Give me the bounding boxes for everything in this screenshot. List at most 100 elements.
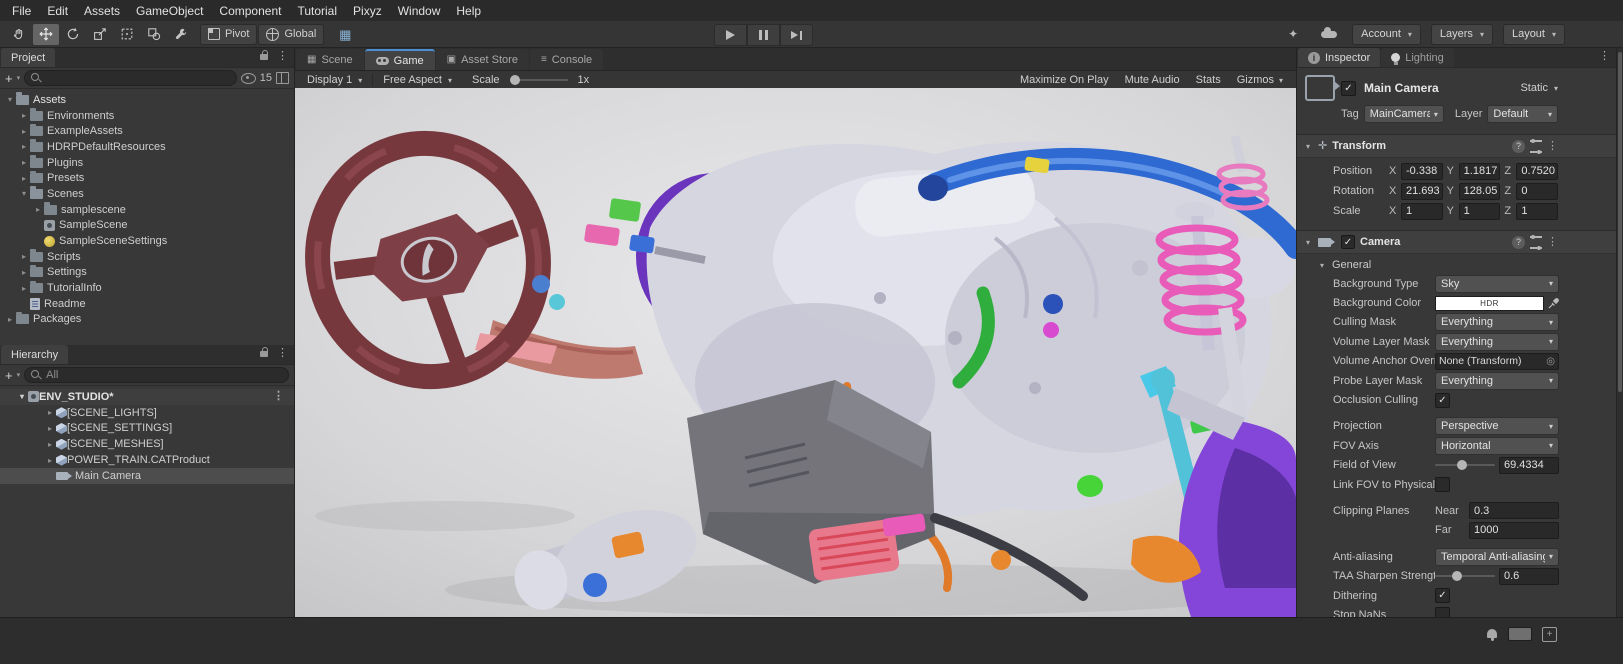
- camera-enabled-checkbox[interactable]: [1341, 235, 1355, 249]
- tab-inspector[interactable]: Inspector: [1298, 48, 1381, 67]
- tree-item-presets[interactable]: ▸ Presets: [0, 170, 294, 186]
- expander-icon[interactable]: ▸: [18, 127, 30, 136]
- foldout-icon[interactable]: ▾: [1303, 238, 1313, 247]
- rotation-x-field[interactable]: 21.693: [1401, 182, 1443, 200]
- maximize-on-play-button[interactable]: Maximize On Play: [1013, 72, 1116, 88]
- fov-value-field[interactable]: 69.4334: [1499, 456, 1559, 474]
- cloud-button[interactable]: [1316, 24, 1342, 45]
- tree-item-samplescene-folder[interactable]: ▸ samplescene: [0, 202, 294, 218]
- static-dropdown[interactable]: Static ▾: [1520, 82, 1558, 94]
- pivot-toggle[interactable]: Pivot: [200, 23, 258, 45]
- project-search-input[interactable]: [24, 70, 237, 86]
- scale-y-field[interactable]: 1: [1458, 202, 1501, 220]
- grid-snapping-button[interactable]: ▦: [332, 24, 358, 45]
- game-render-viewport[interactable]: [295, 88, 1296, 617]
- background-color-swatch[interactable]: HDR: [1435, 295, 1544, 311]
- menu-pixyz[interactable]: Pixyz: [345, 2, 390, 20]
- expander-icon[interactable]: ▸: [18, 158, 30, 167]
- eyedropper-icon[interactable]: [1548, 297, 1559, 309]
- tree-item-readme[interactable]: Readme: [0, 296, 294, 312]
- tab-scene[interactable]: ▦ Scene: [296, 49, 364, 70]
- slider-knob[interactable]: [1451, 571, 1462, 582]
- frame-debugger-icon[interactable]: [1542, 627, 1557, 642]
- rotate-tool-button[interactable]: [60, 24, 86, 45]
- status-color-swatch[interactable]: [1508, 627, 1532, 641]
- expander-icon[interactable]: ▸: [18, 174, 30, 183]
- help-icon[interactable]: [1512, 139, 1525, 153]
- expander-icon[interactable]: ▸: [18, 268, 30, 277]
- clipping-far-field[interactable]: 1000: [1469, 521, 1559, 539]
- tree-item-scenes[interactable]: ▾ Scenes: [0, 186, 294, 202]
- transform-combined-tool-button[interactable]: [141, 24, 167, 45]
- culling-mask-dropdown[interactable]: Everything ▾: [1435, 313, 1559, 332]
- tree-item-environments[interactable]: ▸ Environments: [0, 108, 294, 124]
- tree-item-exampleassets[interactable]: ▸ ExampleAssets: [0, 123, 294, 139]
- tag-dropdown[interactable]: MainCamera ▾: [1363, 105, 1444, 123]
- tab-game[interactable]: Game: [364, 49, 435, 70]
- tab-asset-store[interactable]: ▣ Asset Store: [435, 49, 529, 70]
- help-icon[interactable]: [1512, 235, 1525, 249]
- general-section-foldout[interactable]: ▾ General: [1297, 254, 1616, 274]
- expander-icon[interactable]: ▾: [4, 95, 16, 104]
- layer-dropdown[interactable]: Default ▾: [1487, 105, 1558, 123]
- camera-component-header[interactable]: ▾ Camera ⋮: [1297, 230, 1616, 254]
- expander-icon[interactable]: ▸: [44, 408, 56, 417]
- expander-icon[interactable]: ▸: [32, 205, 44, 214]
- tab-hierarchy[interactable]: Hierarchy: [1, 345, 69, 364]
- layers-dropdown[interactable]: Layers ▾: [1430, 23, 1493, 45]
- inspector-scrollbar[interactable]: [1616, 48, 1623, 617]
- clipping-near-field[interactable]: 0.3: [1469, 502, 1559, 520]
- panel-menu-icon[interactable]: ⋮: [277, 348, 288, 359]
- tab-project[interactable]: Project: [1, 48, 56, 67]
- custom-tool-button[interactable]: [168, 24, 194, 45]
- anti-aliasing-dropdown[interactable]: Temporal Anti-aliasing (TAA)▾: [1435, 547, 1559, 566]
- menu-gameobject[interactable]: GameObject: [128, 2, 211, 20]
- expander-icon[interactable]: ▸: [18, 252, 30, 261]
- menu-component[interactable]: Component: [211, 2, 289, 20]
- scale-z-field[interactable]: 1: [1516, 202, 1559, 220]
- occlusion-culling-checkbox[interactable]: [1435, 392, 1450, 408]
- expander-icon[interactable]: ▸: [44, 456, 56, 465]
- two-column-layout-icon[interactable]: [276, 72, 289, 84]
- rotation-z-field[interactable]: 0: [1516, 182, 1559, 200]
- tree-item-plugins[interactable]: ▸ Plugins: [0, 155, 294, 171]
- create-object-button[interactable]: +: [5, 369, 13, 382]
- hierarchy-search-input[interactable]: All: [24, 367, 289, 383]
- object-picker-icon[interactable]: ◎: [1546, 356, 1555, 367]
- mute-audio-button[interactable]: Mute Audio: [1118, 72, 1187, 88]
- menu-edit[interactable]: Edit: [39, 2, 76, 20]
- menu-file[interactable]: File: [4, 2, 39, 20]
- volume-layer-mask-dropdown[interactable]: Everything ▾: [1435, 332, 1559, 351]
- scrollbar-thumb[interactable]: [1618, 52, 1622, 392]
- hand-tool-button[interactable]: [6, 24, 32, 45]
- account-dropdown[interactable]: Account ▾: [1352, 23, 1421, 45]
- hierarchy-item-scene-lights[interactable]: ▸ [SCENE_LIGHTS]: [0, 405, 294, 421]
- taa-sharpen-slider[interactable]: [1435, 571, 1495, 582]
- tree-item-settings[interactable]: ▸ Settings: [0, 264, 294, 281]
- display-dropdown[interactable]: Display 1 ▾: [301, 72, 368, 88]
- position-y-field[interactable]: 1.1817: [1458, 162, 1501, 180]
- hierarchy-item-power-train[interactable]: ▸ POWER_TRAIN.CATProduct: [0, 452, 294, 468]
- hierarchy-item-scene-meshes[interactable]: ▸ [SCENE_MESHES]: [0, 436, 294, 452]
- transform-component-header[interactable]: ▾ ✛ Transform ⋮: [1297, 134, 1616, 158]
- layout-dropdown[interactable]: Layout ▾: [1502, 23, 1565, 45]
- scale-slider[interactable]: [509, 75, 568, 85]
- volume-anchor-object-field[interactable]: None (Transform) ◎: [1435, 352, 1559, 370]
- tree-item-tutorialinfo[interactable]: ▸ TutorialInfo: [0, 280, 294, 296]
- menu-assets[interactable]: Assets: [76, 2, 128, 20]
- expander-icon[interactable]: ▸: [18, 284, 30, 293]
- expander-icon[interactable]: ▾: [16, 392, 28, 401]
- tree-item-samplescenesettings[interactable]: SampleSceneSettings: [0, 233, 294, 249]
- panel-menu-icon[interactable]: ⋮: [1599, 51, 1610, 62]
- global-toggle[interactable]: Global: [258, 23, 325, 45]
- object-name[interactable]: Main Camera: [1364, 81, 1514, 95]
- rect-tool-button[interactable]: [114, 24, 140, 45]
- component-menu-icon[interactable]: ⋮: [1547, 236, 1558, 248]
- tree-item-assets[interactable]: ▾ Assets: [0, 92, 294, 108]
- expander-icon[interactable]: ▸: [44, 440, 56, 449]
- hidden-count-icon[interactable]: [240, 72, 256, 84]
- hierarchy-item-scene-settings[interactable]: ▸ [SCENE_SETTINGS]: [0, 421, 294, 437]
- tree-item-packages[interactable]: ▸ Packages: [0, 311, 294, 328]
- services-button[interactable]: ✦: [1280, 24, 1306, 45]
- taa-sharpen-value-field[interactable]: 0.6: [1499, 567, 1559, 585]
